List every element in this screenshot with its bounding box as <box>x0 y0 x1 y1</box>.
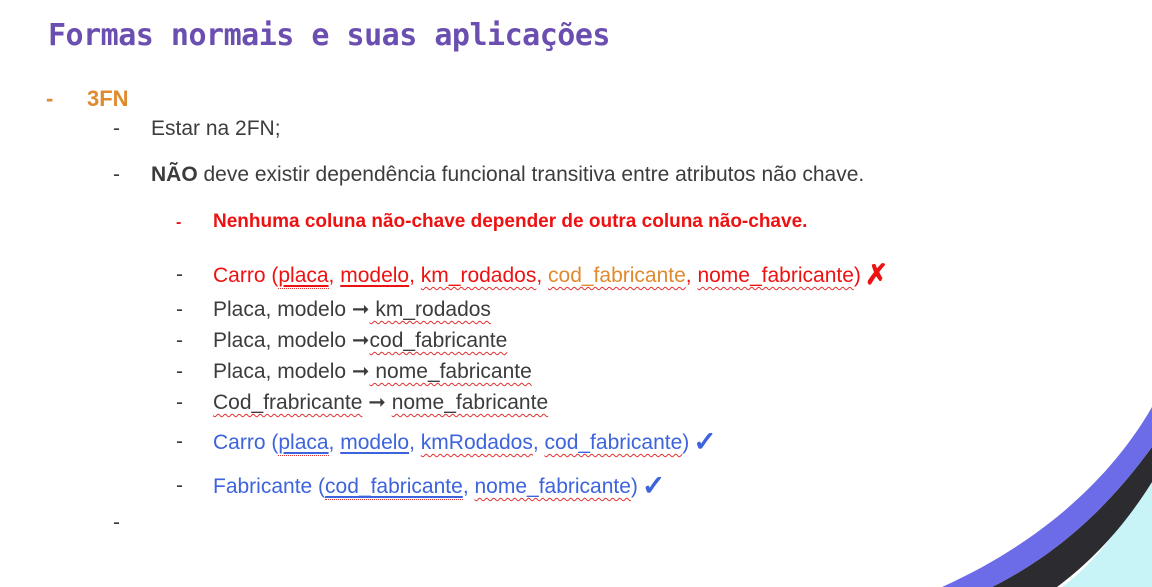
section-bullet: - <box>46 86 54 111</box>
dependency-row: - Placa, modelo ➞cod_fabricante <box>176 328 507 354</box>
bullet: - <box>113 117 120 140</box>
separator: , <box>409 264 421 287</box>
check-icon: ✓ <box>641 470 666 501</box>
dependency-row: - Cod_frabricante ➞ nome_fabricante <box>176 390 548 416</box>
arrow-icon: ➞ <box>351 329 370 352</box>
attr-cod: cod_fabricante <box>544 431 683 454</box>
dep-text: Placa, modelo ➞ km_rodados <box>213 297 491 323</box>
dep-text: Placa, modelo ➞cod_fabricante <box>213 328 507 354</box>
bullet: - <box>176 391 183 414</box>
bullet: - <box>176 474 183 497</box>
nao-rest: deve existir dependência funcional trans… <box>197 163 865 186</box>
separator: , <box>462 475 475 498</box>
attr-cod: cod_fabricante <box>548 264 686 287</box>
separator: , <box>328 264 341 287</box>
attr-km: km_rodados <box>420 264 537 287</box>
list-item-carro-bad: - Carro (placa, modelo, km_rodados, cod_… <box>176 261 888 289</box>
bullet: - <box>176 430 183 453</box>
nao-bold: NÃO <box>151 163 198 186</box>
attr-cod: cod_fabricante <box>325 475 463 500</box>
list-item-empty: - <box>113 510 120 536</box>
bullet: - <box>113 163 120 186</box>
paren-close: ) <box>630 475 638 498</box>
list-item-rule: - Nenhuma coluna não-chave depender de o… <box>176 209 807 236</box>
bullet: - <box>113 511 120 534</box>
arrow-icon: ➞ <box>362 391 392 414</box>
separator: , <box>536 264 549 287</box>
attr-nome: nome_fabricante <box>474 475 631 498</box>
dependency-row: - Placa, modelo ➞ km_rodados <box>176 297 491 323</box>
paren-close: ) <box>682 431 690 454</box>
attr-km: kmRodados <box>420 431 533 454</box>
arrow-icon: ➞ <box>351 360 370 383</box>
separator: , <box>409 431 421 454</box>
item-text: NÃO deve existir dependência funcional t… <box>151 162 864 188</box>
carro-bad-text: Carro (placa, modelo, km_rodados, cod_fa… <box>213 259 889 290</box>
rule-text: Nenhuma coluna não-chave depender de out… <box>213 211 808 232</box>
entity-name: Carro ( <box>213 264 279 287</box>
bullet: - <box>176 298 183 321</box>
corner-decoration <box>942 407 1152 587</box>
dep-left: Cod_frabricante <box>213 391 363 414</box>
attr-placa: placa <box>278 431 329 456</box>
bullet: - <box>176 360 183 383</box>
dependency-row: - Placa, modelo ➞ nome_fabricante <box>176 359 532 385</box>
separator: , <box>532 431 545 454</box>
attr-placa: placa <box>278 264 329 289</box>
dep-right: km_rodados <box>369 298 491 321</box>
bullet: - <box>176 329 183 352</box>
attr-modelo: modelo <box>340 431 410 454</box>
bullet: - <box>176 214 182 231</box>
list-item-estar: - Estar na 2FN; <box>113 116 281 142</box>
fabricante-text: Fabricante (cod_fabricante, nome_fabrica… <box>213 470 666 501</box>
item-text: Estar na 2FN; <box>151 117 281 140</box>
slide-title: Formas normais e suas aplicações <box>48 18 610 53</box>
cross-icon: ✗ <box>864 259 889 290</box>
dep-right: cod_fabricante <box>369 329 508 352</box>
dep-right: nome_fabricante <box>391 391 549 414</box>
dep-left: Placa, modelo <box>213 360 352 383</box>
attr-modelo: modelo <box>340 264 410 287</box>
dep-right: nome_fabricante <box>369 360 532 383</box>
entity-name: Carro ( <box>213 431 279 454</box>
separator: , <box>685 264 698 287</box>
dep-text: Cod_frabricante ➞ nome_fabricante <box>213 390 548 416</box>
dep-left: Placa, modelo <box>213 329 352 352</box>
paren-close: ) <box>853 264 861 287</box>
section-heading: - 3FN <box>46 86 129 112</box>
check-icon: ✓ <box>693 426 717 457</box>
bullet: - <box>176 263 183 286</box>
dep-left: Placa, modelo <box>213 298 352 321</box>
list-item-nao: - NÃO deve existir dependência funcional… <box>113 162 864 188</box>
separator: , <box>328 431 341 454</box>
carro-good-text: Carro (placa, modelo, kmRodados, cod_fab… <box>213 426 717 457</box>
entity-name: Fabricante ( <box>213 475 326 498</box>
list-item-fabricante: - Fabricante (cod_fabricante, nome_fabri… <box>176 472 665 500</box>
dep-text: Placa, modelo ➞ nome_fabricante <box>213 359 532 385</box>
arrow-icon: ➞ <box>351 298 370 321</box>
section-label: 3FN <box>87 86 129 111</box>
attr-nome: nome_fabricante <box>697 264 854 287</box>
list-item-carro-good: - Carro (placa, modelo, kmRodados, cod_f… <box>176 428 717 456</box>
